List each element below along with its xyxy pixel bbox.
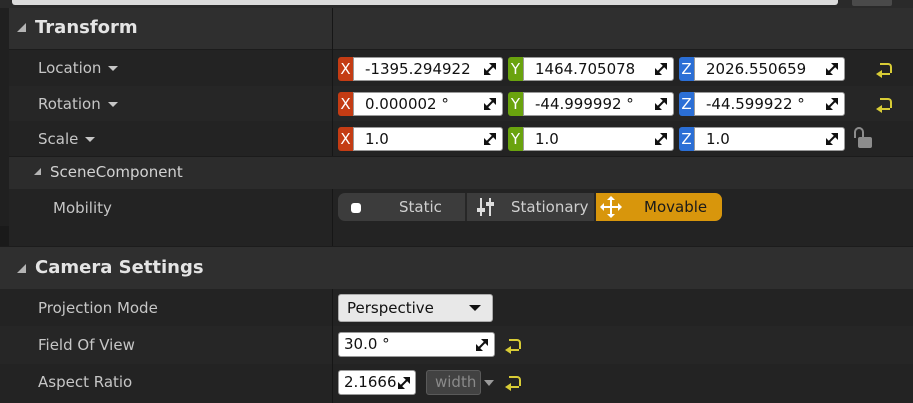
column-divider bbox=[332, 189, 333, 226]
resize-icon[interactable] bbox=[826, 63, 838, 75]
static-label: Static bbox=[399, 198, 442, 216]
aspect-ratio-axis-dropdown[interactable]: width bbox=[426, 370, 481, 395]
resize-icon[interactable] bbox=[484, 98, 496, 110]
reset-to-default-icon-base bbox=[509, 386, 519, 388]
transform-section-header[interactable]: Transform bbox=[9, 8, 913, 50]
collapse-triangle-icon[interactable] bbox=[34, 168, 41, 175]
stationary-label: Stationary bbox=[511, 198, 589, 216]
scale-y-axis-tag: Y bbox=[508, 127, 523, 151]
location-y-axis-tag: Y bbox=[508, 57, 523, 81]
scale-label[interactable]: Scale bbox=[38, 130, 96, 148]
mobility-label: Mobility bbox=[53, 199, 112, 217]
mobility-stationary-option[interactable]: Stationary bbox=[467, 193, 594, 221]
projection-mode-value: Perspective bbox=[347, 299, 434, 317]
left-gutter bbox=[0, 226, 9, 246]
resize-icon[interactable] bbox=[484, 63, 496, 75]
section-gap bbox=[9, 226, 913, 246]
left-gutter bbox=[0, 8, 9, 226]
movable-arrows-icon bbox=[600, 196, 622, 218]
field-of-view-label: Field Of View bbox=[38, 336, 135, 354]
scale-z-axis-tag: Z bbox=[679, 127, 694, 151]
rotation-y-axis-tag: Y bbox=[508, 92, 523, 116]
resize-icon[interactable] bbox=[826, 98, 838, 110]
chevron-down-icon[interactable] bbox=[108, 66, 119, 71]
scale-label-text: Scale bbox=[38, 130, 79, 148]
resize-icon[interactable] bbox=[398, 377, 410, 389]
section-title: Camera Settings bbox=[35, 257, 204, 278]
column-divider bbox=[332, 289, 333, 403]
scale-y-field[interactable]: 1.0 bbox=[523, 127, 674, 151]
mobility-static-option[interactable]: Static bbox=[338, 193, 464, 221]
camera-settings-section-header[interactable]: Camera Settings bbox=[0, 246, 913, 289]
location-y-field[interactable]: 1464.705078 bbox=[523, 57, 674, 81]
resize-icon[interactable] bbox=[826, 133, 838, 145]
field-of-view-field[interactable]: 30.0 ° bbox=[338, 332, 495, 357]
movable-label: Movable bbox=[644, 198, 708, 216]
column-divider bbox=[332, 8, 333, 156]
rotation-z-field[interactable]: -44.599922 ° bbox=[694, 92, 845, 116]
scale-x-field[interactable]: 1.0 bbox=[353, 127, 503, 151]
rotation-z-axis-tag: Z bbox=[679, 92, 694, 116]
location-x-axis-tag: X bbox=[338, 57, 353, 81]
collapse-triangle-icon[interactable] bbox=[17, 23, 26, 32]
mobility-segmented-control[interactable]: Static Stationary Movable bbox=[338, 193, 722, 221]
reset-to-default-icon-base bbox=[880, 73, 890, 75]
chevron-down-icon bbox=[469, 305, 481, 311]
location-label-text: Location bbox=[38, 59, 102, 77]
resize-icon[interactable] bbox=[655, 98, 667, 110]
projection-mode-dropdown[interactable]: Perspective bbox=[338, 294, 493, 322]
rotation-label-text: Rotation bbox=[38, 95, 101, 113]
location-z-axis-tag: Z bbox=[679, 57, 694, 81]
collapse-triangle-icon[interactable] bbox=[17, 264, 26, 273]
location-x-field[interactable]: -1395.294922 bbox=[353, 57, 503, 81]
projection-mode-label: Projection Mode bbox=[38, 299, 158, 317]
resize-icon[interactable] bbox=[484, 133, 496, 145]
rotation-y-field[interactable]: -44.999992 ° bbox=[523, 92, 674, 116]
mobility-movable-option[interactable]: Movable bbox=[596, 193, 722, 221]
reset-to-default-icon[interactable] bbox=[505, 339, 521, 354]
column-divider bbox=[332, 226, 333, 246]
scene-component-title: SceneComponent bbox=[50, 163, 183, 181]
location-z-field[interactable]: 2026.550659 bbox=[694, 57, 845, 81]
location-label[interactable]: Location bbox=[38, 59, 119, 77]
rotation-label[interactable]: Rotation bbox=[38, 95, 118, 113]
resize-icon[interactable] bbox=[655, 63, 667, 75]
scale-z-field[interactable]: 1.0 bbox=[694, 127, 845, 151]
section-title: Transform bbox=[35, 17, 138, 38]
chevron-down-icon[interactable] bbox=[484, 380, 494, 386]
resize-icon[interactable] bbox=[655, 133, 667, 145]
resize-icon[interactable] bbox=[476, 339, 488, 351]
search-field-edge[interactable] bbox=[12, 0, 838, 5]
reset-to-default-icon[interactable] bbox=[876, 98, 892, 113]
static-dot-icon bbox=[351, 203, 361, 213]
unlocked-padlock-icon[interactable] bbox=[852, 127, 872, 149]
reset-to-default-icon[interactable] bbox=[876, 63, 892, 78]
chevron-down-icon[interactable] bbox=[107, 102, 118, 107]
chevron-down-icon[interactable] bbox=[85, 137, 96, 142]
reset-to-default-icon-base bbox=[880, 108, 890, 110]
reset-to-default-icon-base bbox=[509, 349, 519, 351]
aspect-ratio-label: Aspect Ratio bbox=[38, 373, 133, 391]
rotation-x-field[interactable]: 0.000002 ° bbox=[353, 92, 503, 116]
scale-x-axis-tag: X bbox=[338, 127, 353, 151]
reset-to-default-icon[interactable] bbox=[505, 376, 521, 391]
top-button-edge[interactable] bbox=[852, 0, 892, 6]
rotation-x-axis-tag: X bbox=[338, 92, 353, 116]
stationary-sliders-icon bbox=[477, 198, 495, 216]
